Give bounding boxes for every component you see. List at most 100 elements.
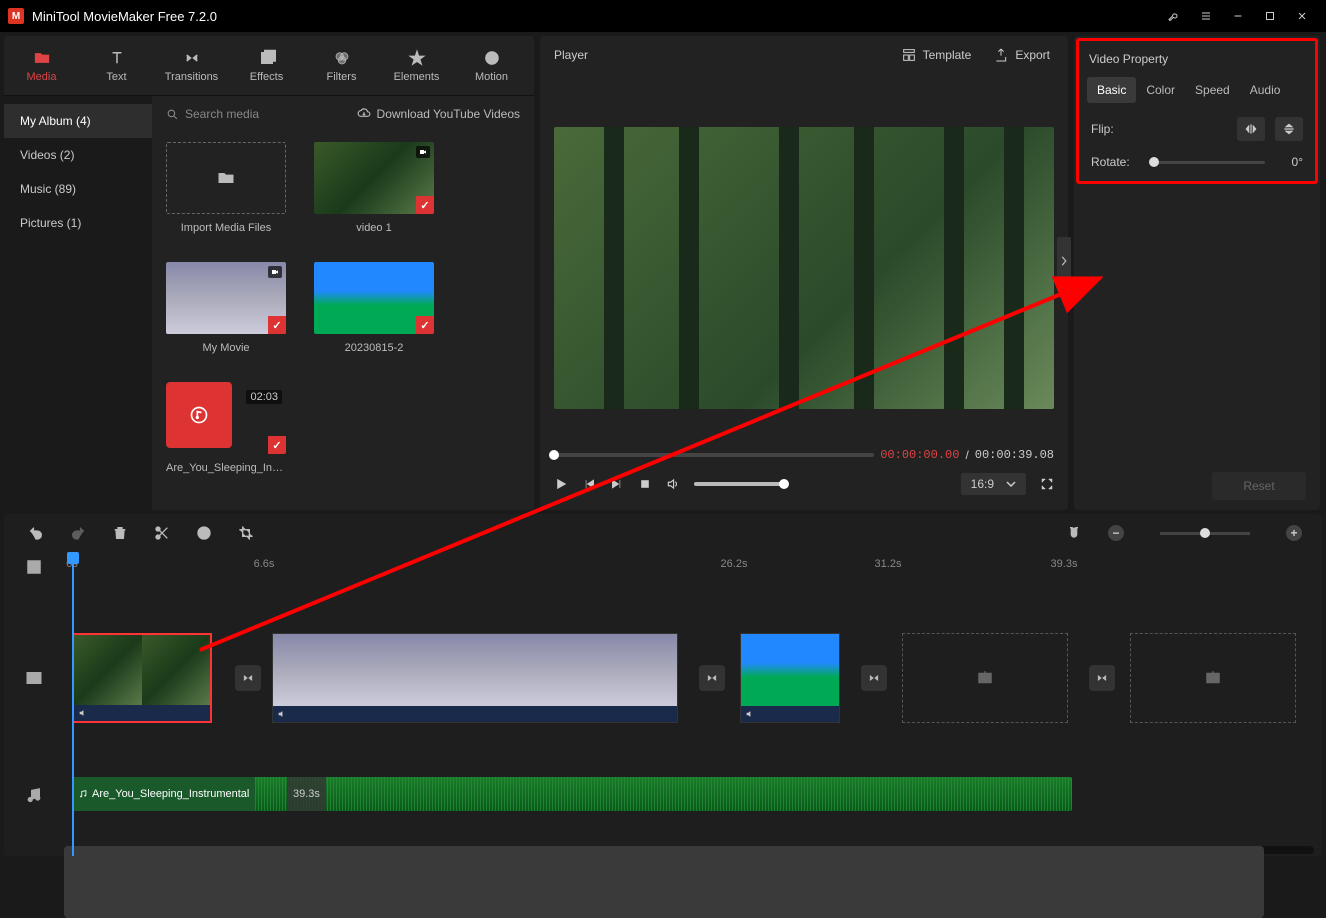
sidebar-item-myalbum[interactable]: My Album (4) <box>4 104 152 138</box>
empty-clip-slot[interactable] <box>902 633 1068 723</box>
timeline-ruler[interactable]: 0s6.6s26.2s31.2s39.3s <box>64 552 1322 582</box>
tab-transitions[interactable]: Transitions <box>154 36 229 95</box>
prop-tab-audio[interactable]: Audio <box>1240 77 1291 103</box>
check-icon <box>416 316 434 334</box>
template-button[interactable]: Template <box>897 43 976 67</box>
rotate-label: Rotate: <box>1091 155 1139 169</box>
tab-label: Elements <box>394 71 440 83</box>
prop-tab-color[interactable]: Color <box>1136 77 1185 103</box>
audio-clip[interactable]: Are_You_Sleeping_Instrumental39.3s <box>72 777 1072 811</box>
total-time: 00:00:39.08 <box>975 448 1054 462</box>
snap-button[interactable] <box>1066 525 1082 541</box>
download-youtube-button[interactable]: Download YouTube Videos <box>357 107 520 121</box>
video-clip[interactable] <box>72 633 212 723</box>
speed-button[interactable] <box>196 525 212 541</box>
folder-icon <box>216 168 236 188</box>
import-media-button[interactable]: Import Media Files <box>166 142 286 234</box>
volume-slider[interactable] <box>694 482 784 486</box>
tab-label: Media <box>27 71 57 83</box>
undo-button[interactable] <box>28 525 44 541</box>
media-browser: Search media Download YouTube Videos Imp… <box>152 96 534 510</box>
media-item[interactable]: video 1 <box>314 142 434 234</box>
property-title: Video Property <box>1079 41 1315 77</box>
prop-tab-speed[interactable]: Speed <box>1185 77 1240 103</box>
sidebar-item-pictures[interactable]: Pictures (1) <box>4 206 152 240</box>
rotate-value: 0° <box>1275 155 1303 169</box>
media-item[interactable]: 20230815-2 <box>314 262 434 354</box>
delete-button[interactable] <box>112 525 128 541</box>
tab-label: Filters <box>327 71 357 83</box>
titlebar: M MiniTool MovieMaker Free 7.2.0 <box>0 0 1326 32</box>
maximize-button[interactable] <box>1254 0 1286 32</box>
key-icon[interactable] <box>1158 0 1190 32</box>
zoom-slider[interactable] <box>1160 532 1250 535</box>
tab-effects[interactable]: Effects <box>229 36 304 95</box>
rotate-slider[interactable] <box>1149 161 1265 164</box>
expand-panel-button[interactable] <box>1057 237 1071 285</box>
video-clip[interactable] <box>740 633 840 723</box>
export-button[interactable]: Export <box>989 43 1054 67</box>
reset-button[interactable]: Reset <box>1212 472 1306 500</box>
sidebar-item-videos[interactable]: Videos (2) <box>4 138 152 172</box>
playhead[interactable] <box>72 552 74 856</box>
media-item[interactable]: My Movie <box>166 262 286 354</box>
audio-icon <box>745 709 755 719</box>
timeline: − + 0s6.6s26.2s31.2s39.3s Are_You_Sleepi… <box>4 514 1322 856</box>
redo-button[interactable] <box>70 525 86 541</box>
player-panel: Player Template Export 00:00:00.00 / 00:… <box>540 36 1068 510</box>
flip-vertical-button[interactable] <box>1275 117 1303 141</box>
tab-motion[interactable]: Motion <box>454 36 529 95</box>
player-viewport[interactable] <box>554 127 1054 409</box>
empty-clip-slot[interactable] <box>1130 633 1296 723</box>
player-seek-bar[interactable] <box>554 453 874 457</box>
check-icon <box>268 436 286 454</box>
template-icon <box>901 47 917 63</box>
transition-slot[interactable] <box>856 633 892 723</box>
search-icon <box>166 108 179 121</box>
tab-text[interactable]: Text <box>79 36 154 95</box>
tab-filters[interactable]: Filters <box>304 36 379 95</box>
tab-media[interactable]: Media <box>4 36 79 95</box>
fullscreen-button[interactable] <box>1040 477 1054 491</box>
add-track-button[interactable] <box>4 552 64 582</box>
stop-button[interactable] <box>638 477 652 491</box>
volume-button[interactable] <box>666 477 680 491</box>
crop-button[interactable] <box>238 525 254 541</box>
flip-horizontal-button[interactable] <box>1237 117 1265 141</box>
chevron-down-icon <box>1006 481 1016 487</box>
zoom-out-button[interactable]: − <box>1108 525 1124 541</box>
audio-icon <box>78 708 88 718</box>
close-button[interactable] <box>1286 0 1318 32</box>
menu-icon[interactable] <box>1190 0 1222 32</box>
timeline-scrollbar[interactable] <box>64 846 1314 854</box>
timeline-content[interactable]: 0s6.6s26.2s31.2s39.3s Are_You_Sleeping_I… <box>64 552 1322 856</box>
tab-label: Text <box>106 71 126 83</box>
next-frame-button[interactable] <box>610 477 624 491</box>
split-button[interactable] <box>154 525 170 541</box>
tab-elements[interactable]: Elements <box>379 36 454 95</box>
sidebar-item-music[interactable]: Music (89) <box>4 172 152 206</box>
app-logo: M <box>8 8 24 24</box>
transition-slot[interactable] <box>694 633 730 723</box>
check-icon <box>268 316 286 334</box>
property-panel: Video Property Basic Color Speed Audio F… <box>1074 36 1320 510</box>
media-item[interactable]: 02:03 Are_You_Sleeping_Instrumental <box>166 382 286 474</box>
transition-slot[interactable] <box>1084 633 1120 723</box>
audio-track[interactable]: Are_You_Sleeping_Instrumental39.3s <box>64 752 1314 832</box>
search-placeholder: Search media <box>185 107 259 121</box>
aspect-ratio-dropdown[interactable]: 16:9 <box>961 473 1026 495</box>
transition-slot[interactable] <box>230 633 266 723</box>
video-clip[interactable] <box>272 633 678 723</box>
zoom-in-button[interactable]: + <box>1286 525 1302 541</box>
check-icon <box>416 196 434 214</box>
prop-tab-basic[interactable]: Basic <box>1087 77 1136 103</box>
minimize-button[interactable] <box>1222 0 1254 32</box>
tab-label: Motion <box>475 71 508 83</box>
video-icon <box>416 146 430 158</box>
play-button[interactable] <box>554 477 568 491</box>
tab-label: Transitions <box>165 71 218 83</box>
media-tab-bar: Media Text Transitions Effects Filters E… <box>4 36 534 96</box>
video-track[interactable] <box>64 622 1314 734</box>
prev-frame-button[interactable] <box>582 477 596 491</box>
search-input[interactable]: Search media <box>166 107 347 121</box>
